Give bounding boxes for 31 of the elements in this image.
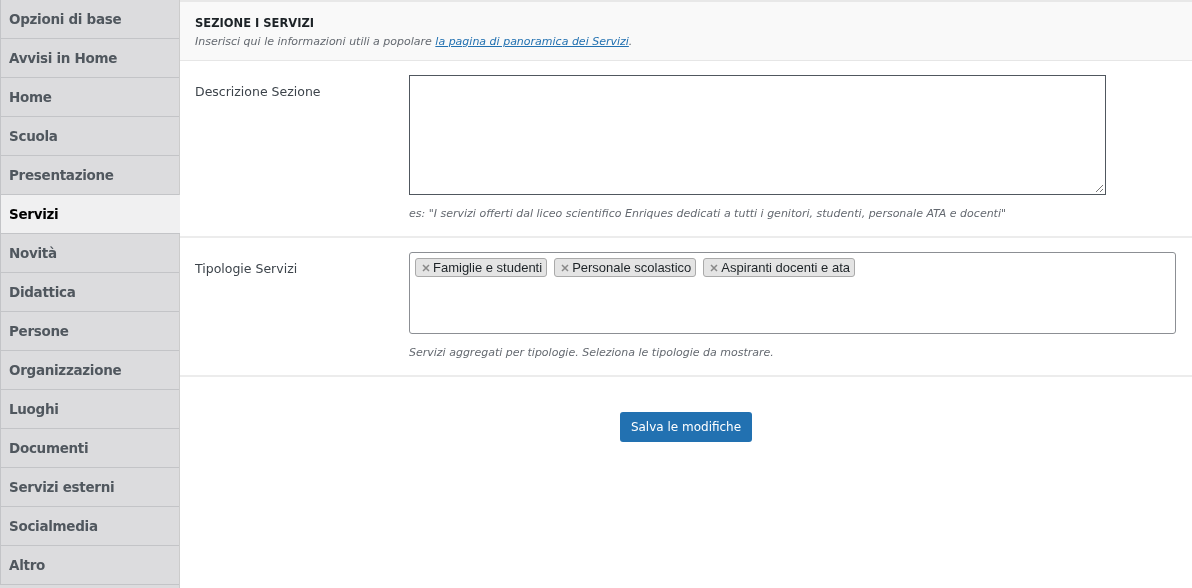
- remove-icon[interactable]: [710, 263, 719, 272]
- remove-icon[interactable]: [422, 263, 430, 272]
- description-field[interactable]: [409, 75, 1106, 195]
- save-button[interactable]: Salva le modifiche: [619, 412, 753, 442]
- tag-chip[interactable]: Aspiranti docenti e ata: [703, 258, 855, 277]
- sidebar-item[interactable]: Servizi: [0, 195, 180, 234]
- sidebar-item[interactable]: Socialmedia: [0, 507, 179, 546]
- resize-handle-icon[interactable]: [1095, 184, 1104, 193]
- remove-icon[interactable]: [561, 263, 570, 272]
- tag-chip[interactable]: Personale scolastico: [554, 258, 697, 277]
- field-label: Descrizione Sezione: [195, 83, 322, 101]
- sidebar-item[interactable]: Altro: [0, 546, 179, 585]
- tag-select-field[interactable]: Famiglie e studenti Personale scolastico Aspiranti docenti e ata: [409, 252, 1176, 334]
- section-title: SEZIONE I SERVIZI: [195, 16, 316, 30]
- sidebar-item[interactable]: Novità: [0, 234, 179, 273]
- sidebar-item[interactable]: Avvisi in Home: [0, 39, 179, 78]
- tag-chip[interactable]: Famiglie e studenti: [415, 258, 548, 277]
- field-label: Tipologie Servizi: [195, 260, 299, 278]
- section-intro: Inserisci qui le informazioni utili a popolare la pagina di panoramica dei Servizi.: [195, 35, 634, 48]
- overview-link[interactable]: la pagina di panoramica dei Servizi: [435, 35, 629, 48]
- sidebar-item[interactable]: Opzioni di base: [0, 0, 179, 39]
- sidebar-item[interactable]: Documenti: [0, 429, 179, 468]
- help-text: es: "I servizi offerti dal liceo scientifico Enriques dedicati a tutti i genitori, studenti, personale ATA e docenti": [409, 207, 1008, 220]
- sidebar-item[interactable]: Luoghi: [0, 390, 179, 429]
- sidebar-item[interactable]: Home: [0, 78, 179, 117]
- sidebar-item[interactable]: Servizi esterni: [0, 468, 179, 507]
- sidebar-item[interactable]: Didattica: [0, 273, 179, 312]
- sidebar-item[interactable]: Persone: [0, 312, 179, 351]
- sidebar-item[interactable]: Scuola: [0, 117, 179, 156]
- sidebar-item[interactable]: Organizzazione: [0, 351, 179, 390]
- help-text: Servizi aggregati per tipologie. Seleziona le tipologie da mostrare.: [409, 346, 775, 359]
